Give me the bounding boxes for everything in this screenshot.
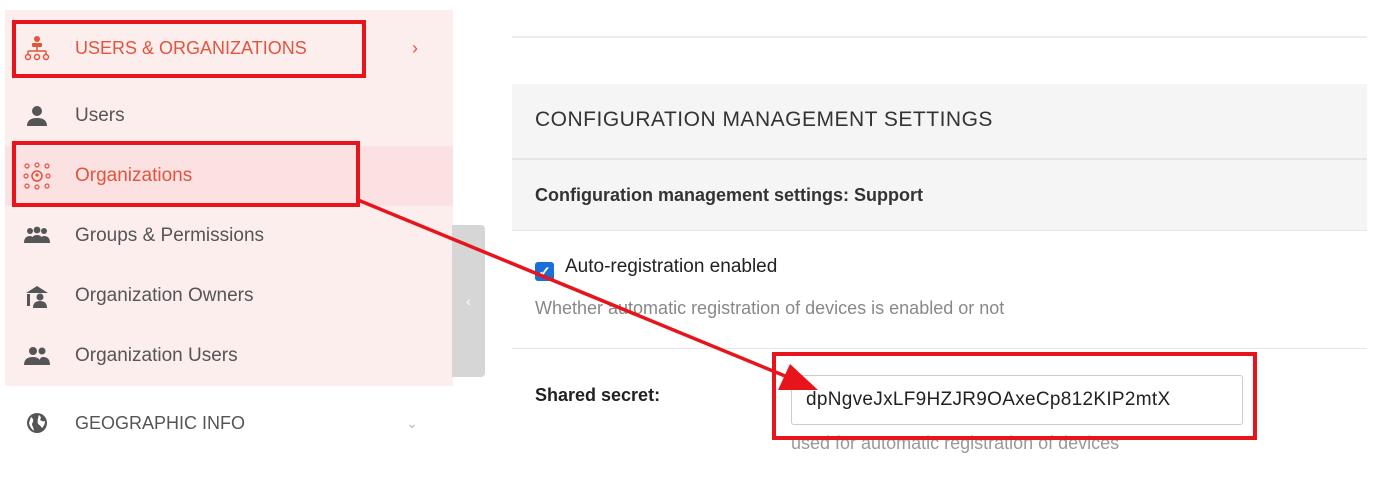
- top-divider: [512, 36, 1367, 38]
- section-header: Configuration management settings: Suppo…: [512, 160, 1367, 231]
- sidebar-item-label: Organization Users: [75, 345, 238, 366]
- auto-registration-label: Auto-registration enabled: [565, 256, 778, 277]
- groups-icon: [22, 221, 52, 251]
- annotation-box-shared-secret: [772, 352, 1257, 440]
- sidebar-item-organization-owners[interactable]: Organization Owners: [5, 266, 453, 326]
- sidebar-group-label: GEOGRAPHIC INFO: [75, 412, 246, 433]
- annotation-box-organizations: [12, 141, 360, 207]
- check-icon: ✓: [538, 263, 551, 281]
- owner-icon: [22, 281, 52, 311]
- sidebar: USERS & ORGANIZATIONS › Users Organizati…: [0, 0, 455, 477]
- panel-header: CONFIGURATION MANAGEMENT SETTINGS: [512, 84, 1367, 160]
- section-title: Configuration management settings: Suppo…: [535, 185, 924, 205]
- sidebar-item-label: Groups & Permissions: [75, 225, 265, 246]
- sidebar-item-label: Organization Owners: [75, 285, 254, 306]
- field-divider: [512, 348, 1367, 349]
- sidebar-collapse-handle[interactable]: ‹: [452, 225, 485, 377]
- globe-icon: [22, 408, 52, 438]
- sidebar-item-users[interactable]: Users: [5, 86, 453, 146]
- auto-registration-checkbox[interactable]: ✓: [535, 262, 554, 281]
- org-users-icon: [22, 341, 52, 371]
- chevron-down-icon: ⌄: [406, 414, 418, 431]
- shared-secret-label: Shared secret:: [535, 385, 661, 405]
- user-icon: [22, 101, 52, 131]
- auto-registration-help: Whether automatic registration of device…: [535, 298, 1005, 318]
- sidebar-item-label: Users: [75, 105, 125, 126]
- annotation-box-users-organizations: [12, 20, 366, 78]
- chevron-right-icon: ›: [412, 37, 418, 58]
- sidebar-item-groups-permissions[interactable]: Groups & Permissions: [5, 206, 453, 266]
- sidebar-group-geographic-info[interactable]: GEOGRAPHIC INFO ⌄: [5, 393, 453, 453]
- panel-title: CONFIGURATION MANAGEMENT SETTINGS: [535, 108, 993, 131]
- chevron-left-icon: ‹: [466, 293, 471, 309]
- sidebar-item-organization-users[interactable]: Organization Users: [5, 326, 453, 386]
